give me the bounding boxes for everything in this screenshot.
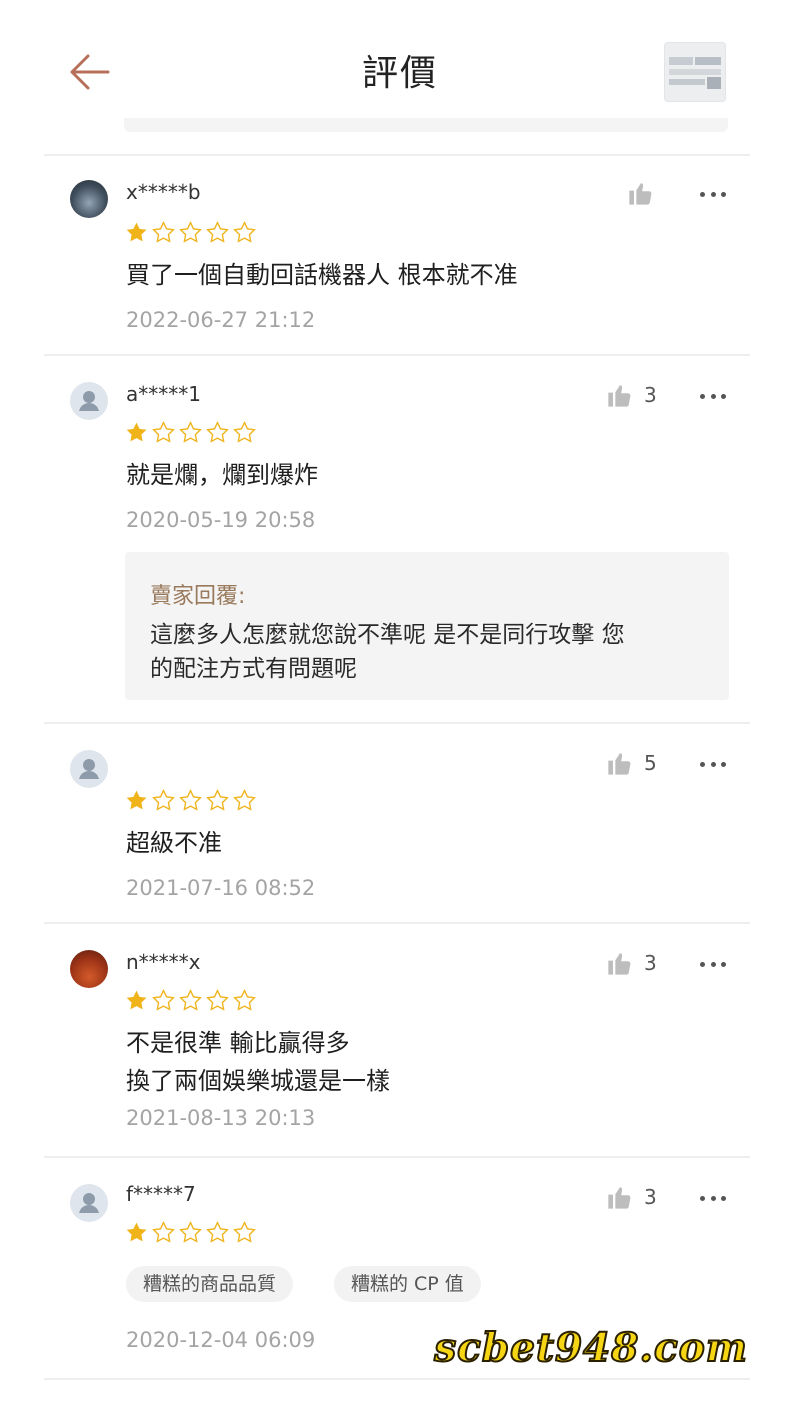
star-empty-icon — [233, 421, 256, 443]
star-empty-icon — [206, 989, 229, 1011]
star-empty-icon — [179, 789, 202, 811]
more-options-button[interactable] — [700, 184, 726, 204]
review-username: n*****x — [126, 950, 201, 974]
review-date: 2020-05-19 20:58 — [126, 508, 316, 532]
like-button[interactable]: 3 — [606, 380, 657, 410]
more-options-button[interactable] — [700, 386, 726, 406]
star-filled-icon — [126, 1222, 147, 1242]
star-empty-icon — [152, 989, 175, 1011]
product-image-icon — [665, 43, 725, 101]
thumbs-up-icon — [608, 953, 631, 975]
star-empty-icon — [152, 789, 175, 811]
default-avatar-icon — [79, 759, 99, 779]
star-rating — [124, 420, 257, 445]
like-button[interactable]: 5 — [606, 748, 657, 778]
star-empty-icon — [233, 989, 256, 1011]
star-empty-icon — [233, 221, 256, 243]
review-item: 5 超級不准 2021-07-16 08:52 — [0, 724, 800, 922]
review-content: 不是很準 輸比贏得多 換了兩個娛樂城還是一樣 — [126, 1029, 390, 1095]
like-count: 3 — [644, 951, 657, 975]
like-button[interactable]: 3 — [606, 1182, 657, 1212]
star-rating — [124, 220, 257, 245]
thumbs-up-icon — [608, 385, 631, 407]
more-options-button[interactable] — [700, 754, 726, 774]
star-filled-icon — [126, 990, 147, 1010]
star-filled-icon — [126, 422, 147, 442]
star-empty-icon — [179, 1221, 202, 1243]
avatar[interactable] — [70, 180, 108, 218]
review-date: 2020-12-04 06:09 — [126, 1328, 316, 1352]
like-count: 5 — [644, 751, 657, 775]
review-content: 就是爛，爛到爆炸 — [126, 461, 318, 489]
avatar[interactable] — [70, 1184, 108, 1222]
star-rating — [124, 1220, 257, 1245]
star-empty-icon — [206, 221, 229, 243]
avatar[interactable] — [70, 750, 108, 788]
star-empty-icon — [179, 989, 202, 1011]
avatar[interactable] — [70, 382, 108, 420]
divider — [44, 1378, 750, 1380]
star-rating — [124, 988, 257, 1013]
watermark-text: scbet948.com — [433, 1324, 748, 1372]
review-date: 2021-08-13 20:13 — [126, 1106, 316, 1130]
star-empty-icon — [152, 1221, 175, 1243]
star-empty-icon — [179, 421, 202, 443]
review-content: 超級不准 — [126, 829, 222, 857]
star-filled-icon — [126, 222, 147, 242]
review-username: f*****7 — [126, 1182, 196, 1206]
star-filled-icon — [126, 790, 147, 810]
star-empty-icon — [179, 221, 202, 243]
review-item: n*****x 3 不是很準 輸比贏得多 換了兩個娛樂城還是一樣 2021-08… — [0, 924, 800, 1156]
review-item: x*****b 買了一個自動回話機器人 根本就不准 2022-06-27 21:… — [0, 156, 800, 354]
review-date: 2021-07-16 08:52 — [126, 876, 316, 900]
star-empty-icon — [206, 421, 229, 443]
default-avatar-icon — [79, 391, 99, 411]
review-username: a*****1 — [126, 382, 201, 406]
star-empty-icon — [233, 1221, 256, 1243]
thumbs-up-icon — [608, 753, 631, 775]
app-header: 評價 — [0, 0, 800, 140]
seller-reply-text: 這麼多人怎麼就您說不準呢 是不是同行攻擊 您 的配注方式有問題呢 — [150, 622, 625, 682]
thumbs-up-icon — [608, 1187, 631, 1209]
like-button[interactable]: 3 — [606, 948, 657, 978]
header-bottom-strip — [124, 118, 728, 132]
review-content: 買了一個自動回話機器人 根本就不准 — [126, 261, 518, 289]
review-username: x*****b — [126, 180, 201, 204]
review-item: a*****1 3 就是爛，爛到爆炸 2020-05-19 20:58 賣家回覆… — [0, 356, 800, 722]
like-count: 3 — [644, 1185, 657, 1209]
star-empty-icon — [233, 789, 256, 811]
star-rating — [124, 788, 257, 813]
star-empty-icon — [152, 421, 175, 443]
review-tag: 糟糕的 CP 值 — [334, 1266, 481, 1302]
review-date: 2022-06-27 21:12 — [126, 308, 316, 332]
star-empty-icon — [206, 1221, 229, 1243]
seller-reply-label: 賣家回覆: — [150, 584, 246, 609]
star-empty-icon — [152, 221, 175, 243]
like-button[interactable] — [627, 178, 655, 208]
more-options-button[interactable] — [700, 1188, 726, 1208]
seller-reply: 賣家回覆: 這麼多人怎麼就您說不準呢 是不是同行攻擊 您 的配注方式有問題呢 — [125, 552, 729, 700]
default-avatar-icon — [79, 1193, 99, 1213]
like-count: 3 — [644, 383, 657, 407]
avatar[interactable] — [70, 950, 108, 988]
star-empty-icon — [206, 789, 229, 811]
review-tag: 糟糕的商品品質 — [126, 1266, 294, 1302]
product-thumbnail[interactable] — [664, 42, 726, 102]
thumbs-up-icon — [629, 183, 652, 205]
more-options-button[interactable] — [700, 954, 726, 974]
